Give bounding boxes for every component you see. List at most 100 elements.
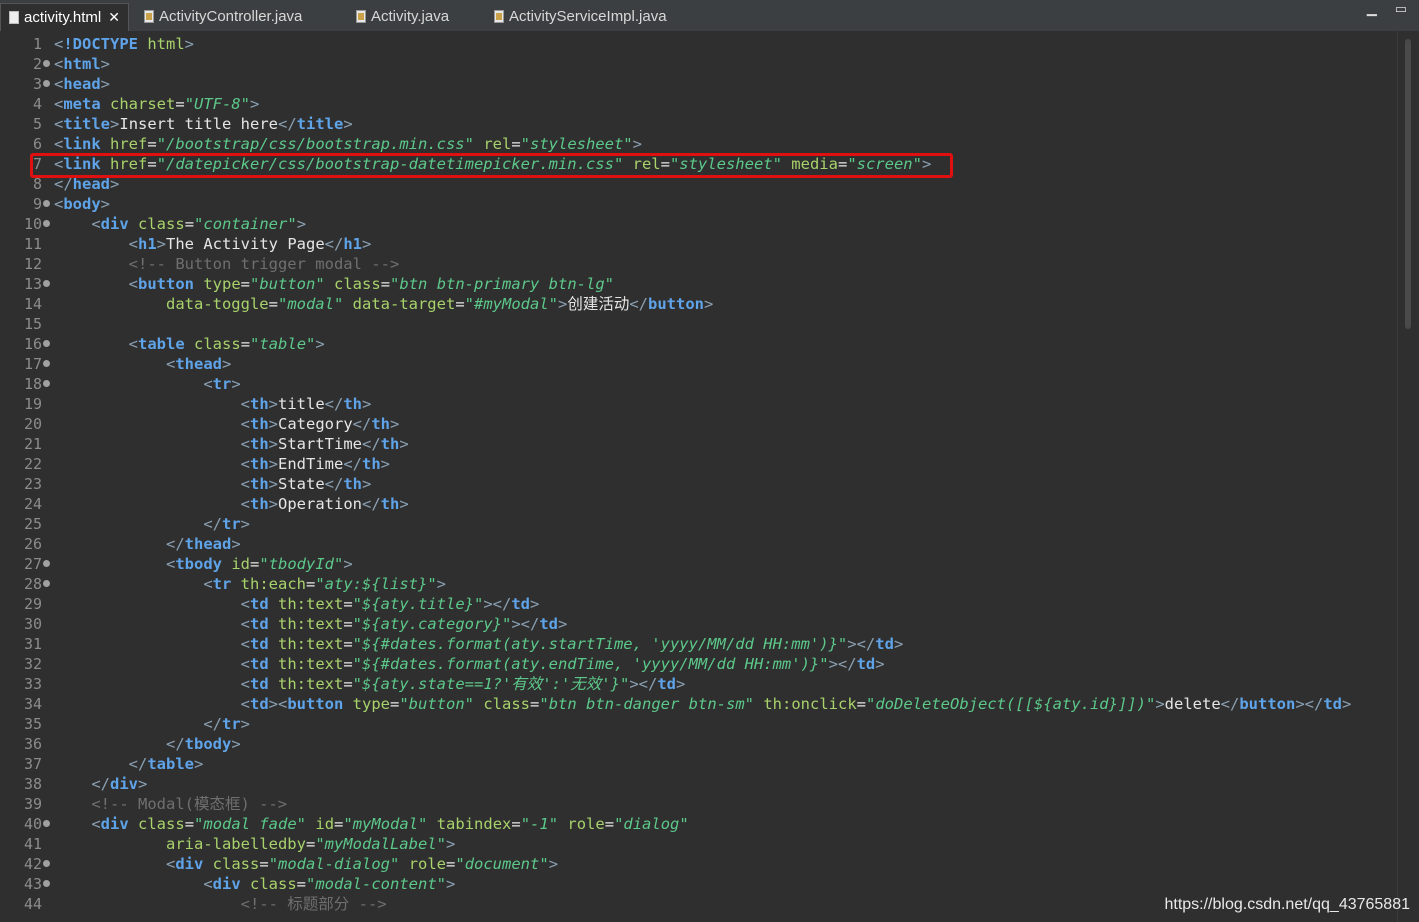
fold-toggle-icon[interactable]	[43, 880, 50, 887]
code-token: </	[324, 395, 344, 413]
code-token: th:text	[278, 675, 344, 693]
code-token: "${aty.category}"	[352, 615, 512, 633]
fold-toggle-icon[interactable]	[43, 860, 50, 867]
code-token: id	[315, 815, 335, 833]
line-number: 22	[23, 455, 42, 473]
code-token: <	[54, 195, 64, 213]
code-token: !DOCTYPE	[63, 35, 138, 53]
code-token: "-1"	[520, 815, 559, 833]
code-token: >	[268, 415, 278, 433]
code-token: >	[100, 55, 111, 73]
code-line: <th>title</th>	[54, 394, 372, 414]
tab-activitycontroller-java[interactable]: ActivityController.java	[136, 3, 310, 30]
code-token: <	[128, 275, 138, 293]
code-token: "container"	[194, 215, 297, 233]
fold-toggle-icon[interactable]	[43, 380, 50, 387]
line-number: 24	[23, 495, 42, 513]
fold-toggle-icon[interactable]	[43, 220, 50, 227]
line-number: 15	[23, 315, 42, 333]
tab-label: Activity.java	[371, 8, 450, 25]
code-token: td	[249, 695, 269, 713]
tab-activityserviceimpl-java[interactable]: ActivityServiceImpl.java	[486, 3, 675, 30]
code-token: >	[380, 455, 391, 473]
code-line: <!-- Button trigger modal -->	[54, 254, 400, 274]
code-line: </tr>	[54, 714, 250, 734]
vertical-scrollbar[interactable]	[1397, 31, 1419, 922]
code-token: html	[147, 35, 185, 53]
code-token: "/bootstrap/css/bootstrap.min.css"	[156, 135, 474, 153]
code-token: aria-labelledby	[165, 835, 306, 853]
code-token: <!-- 标题部分 -->	[240, 895, 387, 913]
code-token: th	[249, 395, 269, 413]
code-token: <	[240, 495, 250, 513]
code-token: =	[240, 275, 251, 293]
code-token: td	[511, 595, 530, 613]
fold-toggle-icon[interactable]	[43, 340, 50, 347]
code-line: <thead>	[54, 354, 231, 374]
minimize-icon[interactable]: ▁	[1367, 2, 1377, 17]
code-token: ></	[511, 615, 540, 633]
line-number: 25	[23, 515, 42, 533]
fold-toggle-icon[interactable]	[43, 560, 50, 567]
code-token: role	[567, 815, 605, 833]
code-token: >	[399, 495, 409, 513]
code-token: <	[54, 75, 64, 93]
code-token: </	[1220, 695, 1240, 713]
fold-toggle-icon[interactable]	[43, 80, 50, 87]
tab-activity-java[interactable]: Activity.java	[348, 3, 457, 30]
code-token: tabindex	[436, 815, 512, 833]
code-token: title	[278, 395, 325, 413]
fold-toggle-icon[interactable]	[43, 580, 50, 587]
code-token: meta	[63, 95, 101, 113]
code-token: charset	[110, 95, 176, 113]
code-token: button	[138, 275, 194, 293]
code-token: StartTime	[278, 435, 362, 453]
code-token: <	[203, 375, 213, 393]
code-line: </div>	[54, 774, 147, 794]
fold-toggle-icon[interactable]	[43, 820, 50, 827]
fold-toggle-icon[interactable]	[43, 360, 50, 367]
fold-toggle-icon[interactable]	[43, 280, 50, 287]
code-line: <tr th:each="aty:${list}">	[54, 574, 446, 594]
code-token: "modal fade"	[194, 815, 307, 833]
code-token: =	[511, 135, 521, 153]
scrollbar-thumb[interactable]	[1405, 39, 1411, 329]
code-token: "tbodyId"	[259, 555, 344, 573]
code-token: <	[128, 335, 138, 353]
code-token: "stylesheet"	[520, 135, 633, 153]
maximize-icon[interactable]: ▭	[1395, 2, 1407, 17]
code-token: <	[91, 215, 101, 233]
code-token: >	[675, 675, 686, 693]
code-token: </	[324, 475, 344, 493]
code-token: th	[343, 475, 363, 493]
code-token: =	[250, 555, 260, 573]
code-token: <	[54, 35, 64, 53]
code-token: "doDeleteObject([[${aty.id}]])"	[866, 695, 1156, 713]
code-line: </tr>	[54, 514, 250, 534]
line-number: 27	[23, 555, 42, 573]
line-number: 44	[23, 895, 42, 913]
code-token: =	[604, 815, 615, 833]
fold-toggle-icon[interactable]	[43, 60, 50, 67]
code-token: "btn btn-primary btn-lg"	[390, 275, 614, 293]
line-number: 32	[23, 655, 42, 673]
code-line: <td th:text="${aty.state==1?'有效':'无效'}">…	[54, 674, 686, 694]
code-token: =	[259, 855, 269, 873]
code-token: >	[222, 355, 232, 373]
code-token: >	[250, 95, 260, 113]
code-token: button	[1239, 695, 1296, 713]
tab-activity-html[interactable]: activity.html ✕	[0, 3, 129, 31]
code-token: </	[362, 495, 381, 513]
code-token: =	[511, 815, 521, 833]
code-token: rel	[483, 135, 512, 153]
fold-toggle-icon[interactable]	[43, 200, 50, 207]
line-number: 4	[32, 95, 42, 113]
close-tab-icon[interactable]: ✕	[108, 10, 120, 26]
